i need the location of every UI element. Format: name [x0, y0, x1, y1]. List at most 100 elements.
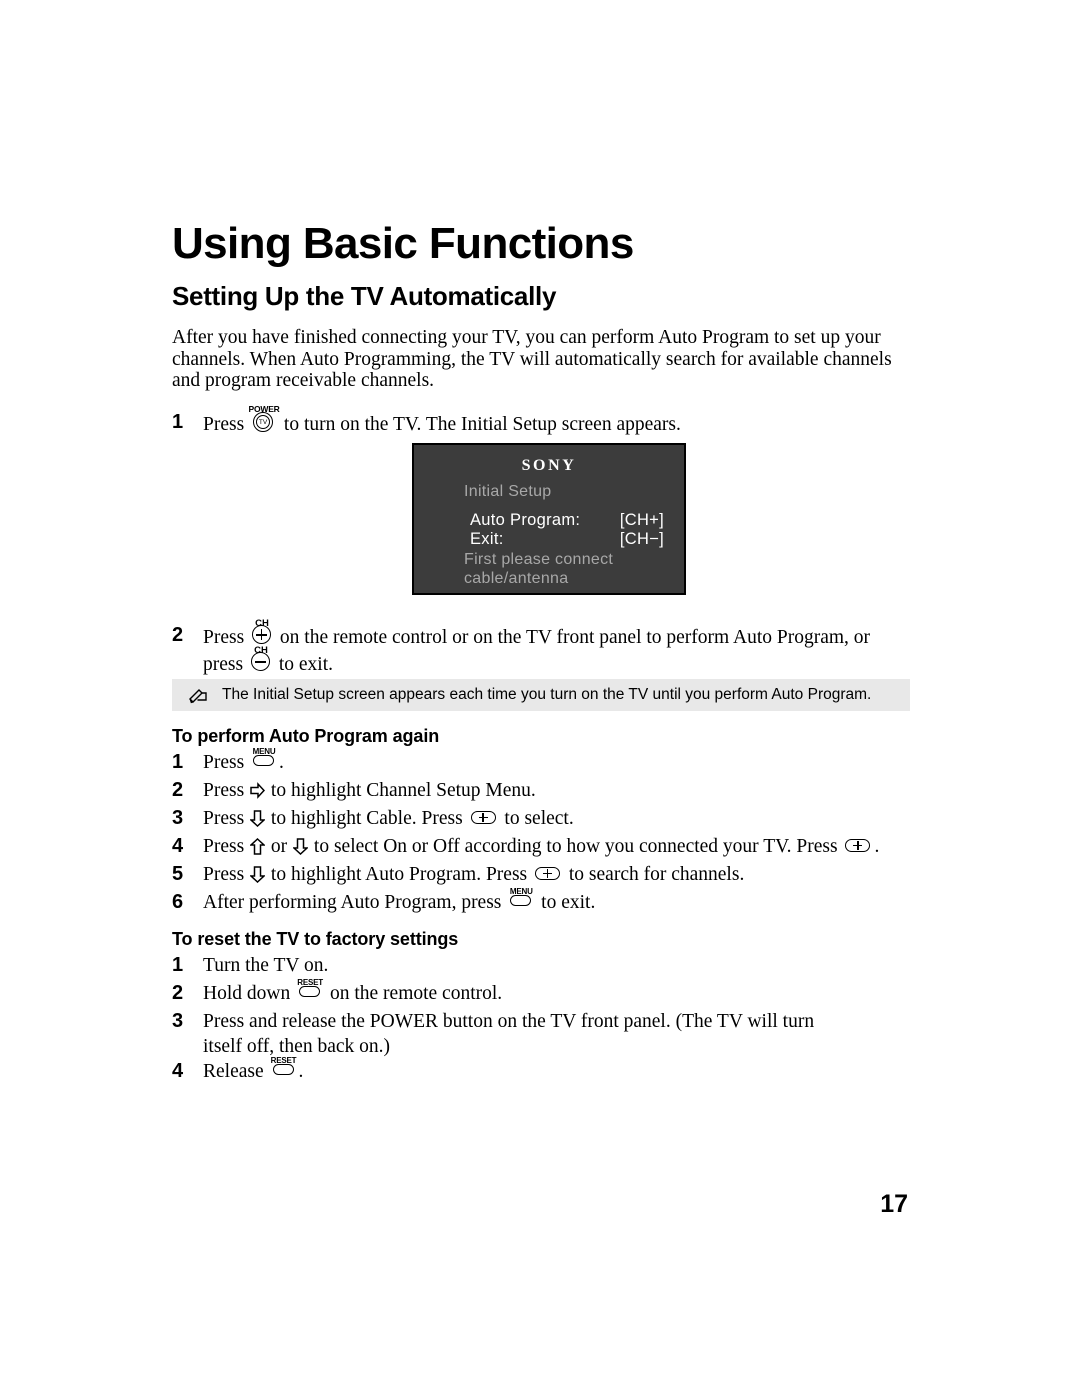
step-text-after: on the remote control. — [329, 983, 503, 1004]
step1-text-after: to turn on the TV. The Initial Setup scr… — [283, 414, 681, 435]
step-text-middle: to select On or Off according to how you… — [313, 836, 838, 857]
auto-program-step-5: 5 Press to highlight Auto Program. Press… — [172, 862, 912, 887]
note-text: The Initial Setup screen appears each ti… — [222, 686, 872, 703]
select-icon-plus-vertical — [546, 869, 549, 879]
step1-text-before: Press — [203, 414, 245, 435]
step-number: 1 — [172, 954, 184, 976]
step-number: 4 — [172, 835, 184, 857]
step-number: 4 — [172, 1060, 184, 1082]
reset-button-icon: RESET — [271, 1056, 297, 1078]
tv-option-row: Auto Program: [CH+] — [470, 511, 670, 530]
step-number: 2 — [172, 982, 184, 1004]
step-text-before: Press — [203, 864, 245, 885]
step-text-middle: to highlight Cable. Press — [270, 808, 463, 829]
menu-icon-body — [253, 755, 275, 766]
reset-button-icon: RESET — [297, 978, 323, 1000]
manual-page: Using Basic Functions Setting Up the TV … — [0, 0, 1080, 1397]
ch-down-icon-minus — [254, 661, 266, 663]
step-number: 1 — [172, 751, 184, 773]
factory-reset-step-4: 4 Release RESET . — [172, 1056, 912, 1084]
pencil-note-icon — [188, 686, 210, 704]
select-icon-plus-vertical — [482, 813, 484, 823]
step-number: 2 — [172, 779, 184, 801]
step-text: Press to highlight Auto Program. Press t… — [203, 862, 912, 887]
step-text-before: Press — [203, 808, 245, 829]
step-text-after: . — [874, 836, 880, 857]
main-step-2: 2 Press CH on the remote control or on t… — [172, 618, 912, 677]
auto-program-step-4: 4 Press or to select On or Off according… — [172, 834, 912, 859]
subheading-factory-reset: To reset the TV to factory settings — [172, 929, 459, 949]
step-text-after: to select. — [504, 808, 574, 829]
section-title: Setting Up the TV Automatically — [172, 281, 557, 311]
step-text: Press to highlight Channel Setup Menu. — [203, 778, 912, 803]
power-button-icon: POWER TV — [248, 404, 280, 432]
step-text-after: to highlight Channel Setup Menu. — [270, 780, 536, 801]
sony-logo: SONY — [521, 457, 577, 474]
power-icon-inner-label: TV — [256, 415, 271, 429]
tv-footer-line-1: First please connect — [464, 551, 614, 568]
factory-reset-step-2: 2 Hold down RESET on the remote control. — [172, 978, 912, 1006]
factory-reset-step-1: 1 Turn the TV on. — [172, 953, 912, 978]
arrow-down-icon — [250, 810, 266, 827]
step-number: 5 — [172, 863, 184, 885]
step-text-before: After performing Auto Program, press — [203, 892, 502, 913]
step-text-before: Hold down — [203, 983, 291, 1004]
step-text: After performing Auto Program, press MEN… — [203, 887, 912, 915]
reset-icon-body — [272, 1064, 294, 1075]
step-text-before: Release — [203, 1061, 264, 1082]
step-text-before: Press — [203, 752, 245, 773]
select-button-icon — [470, 810, 497, 826]
step-number: 2 — [172, 624, 184, 646]
intro-paragraph: After you have finished connecting your … — [172, 327, 892, 391]
tv-option-value: [CH+] — [619, 511, 664, 529]
tv-screen-options: Auto Program: [CH+] Exit: [CH−] — [470, 511, 670, 549]
step-text-after: . — [298, 1061, 304, 1082]
step-text-after: to exit. — [541, 892, 596, 913]
auto-program-step-6: 6 After performing Auto Program, press M… — [172, 887, 912, 915]
step-text-after: . — [279, 752, 284, 773]
step-text-or: or — [270, 836, 288, 857]
page-title: Using Basic Functions — [172, 219, 634, 268]
step-text-before: Press — [203, 836, 245, 857]
initial-setup-screen-figure: SONY Initial Setup Auto Program: [CH+] E… — [412, 443, 686, 595]
step-text: Press MENU . — [203, 747, 912, 775]
tv-option-value: [CH−] — [619, 530, 664, 548]
step-text: Press and release the POWER button on th… — [203, 1011, 815, 1057]
select-button-icon — [535, 866, 561, 882]
main-step-1: 1 Press POWER TV to turn on the TV. The … — [172, 404, 912, 437]
reset-icon-body — [299, 986, 321, 997]
menu-button-icon: MENU — [252, 747, 276, 769]
note-callout: The Initial Setup screen appears each ti… — [172, 679, 910, 711]
step-text: Release RESET . — [203, 1056, 912, 1084]
tv-option-row: Exit: [CH−] — [470, 530, 670, 549]
page-number: 17 — [880, 1190, 908, 1218]
tv-screen-heading: Initial Setup — [464, 483, 552, 500]
step-text: Press or to select On or Off according t… — [203, 834, 912, 859]
channel-down-button-icon: CH — [250, 645, 272, 672]
tv-footer-line-2: cable/antenna — [464, 570, 569, 587]
step-text-before: Press — [203, 780, 245, 801]
step-text: Press POWER TV to turn on the TV. The In… — [203, 404, 912, 437]
tv-screen-footer: First please connect cable/antenna — [464, 550, 613, 588]
step-text-after: to search for channels. — [568, 864, 745, 885]
menu-icon-body — [510, 895, 532, 906]
step-number: 3 — [172, 1010, 184, 1032]
step-text-middle: to highlight Auto Program. Press — [270, 864, 528, 885]
menu-button-icon: MENU — [509, 887, 533, 909]
step-text: Press CH on the remote control or on the… — [203, 618, 912, 677]
auto-program-step-3: 3 Press to highlight Cable. Press to sel… — [172, 806, 912, 831]
arrow-right-icon — [250, 782, 266, 799]
select-icon-plus-vertical — [857, 841, 859, 851]
select-button-icon — [845, 838, 871, 854]
auto-program-step-2: 2 Press to highlight Channel Setup Menu. — [172, 778, 912, 803]
step-number: 3 — [172, 807, 184, 829]
step-number: 6 — [172, 891, 184, 913]
subheading-auto-program-again: To perform Auto Program again — [172, 726, 440, 746]
arrow-down-icon — [250, 866, 266, 883]
step-text: Press to highlight Cable. Press to selec… — [203, 806, 912, 831]
step-text: Hold down RESET on the remote control. — [203, 978, 912, 1006]
tv-option-label: Exit: — [470, 530, 504, 548]
auto-program-step-1: 1 Press MENU . — [172, 747, 912, 775]
step2-text-before: Press — [203, 627, 245, 648]
tv-option-label: Auto Program: — [470, 511, 581, 529]
